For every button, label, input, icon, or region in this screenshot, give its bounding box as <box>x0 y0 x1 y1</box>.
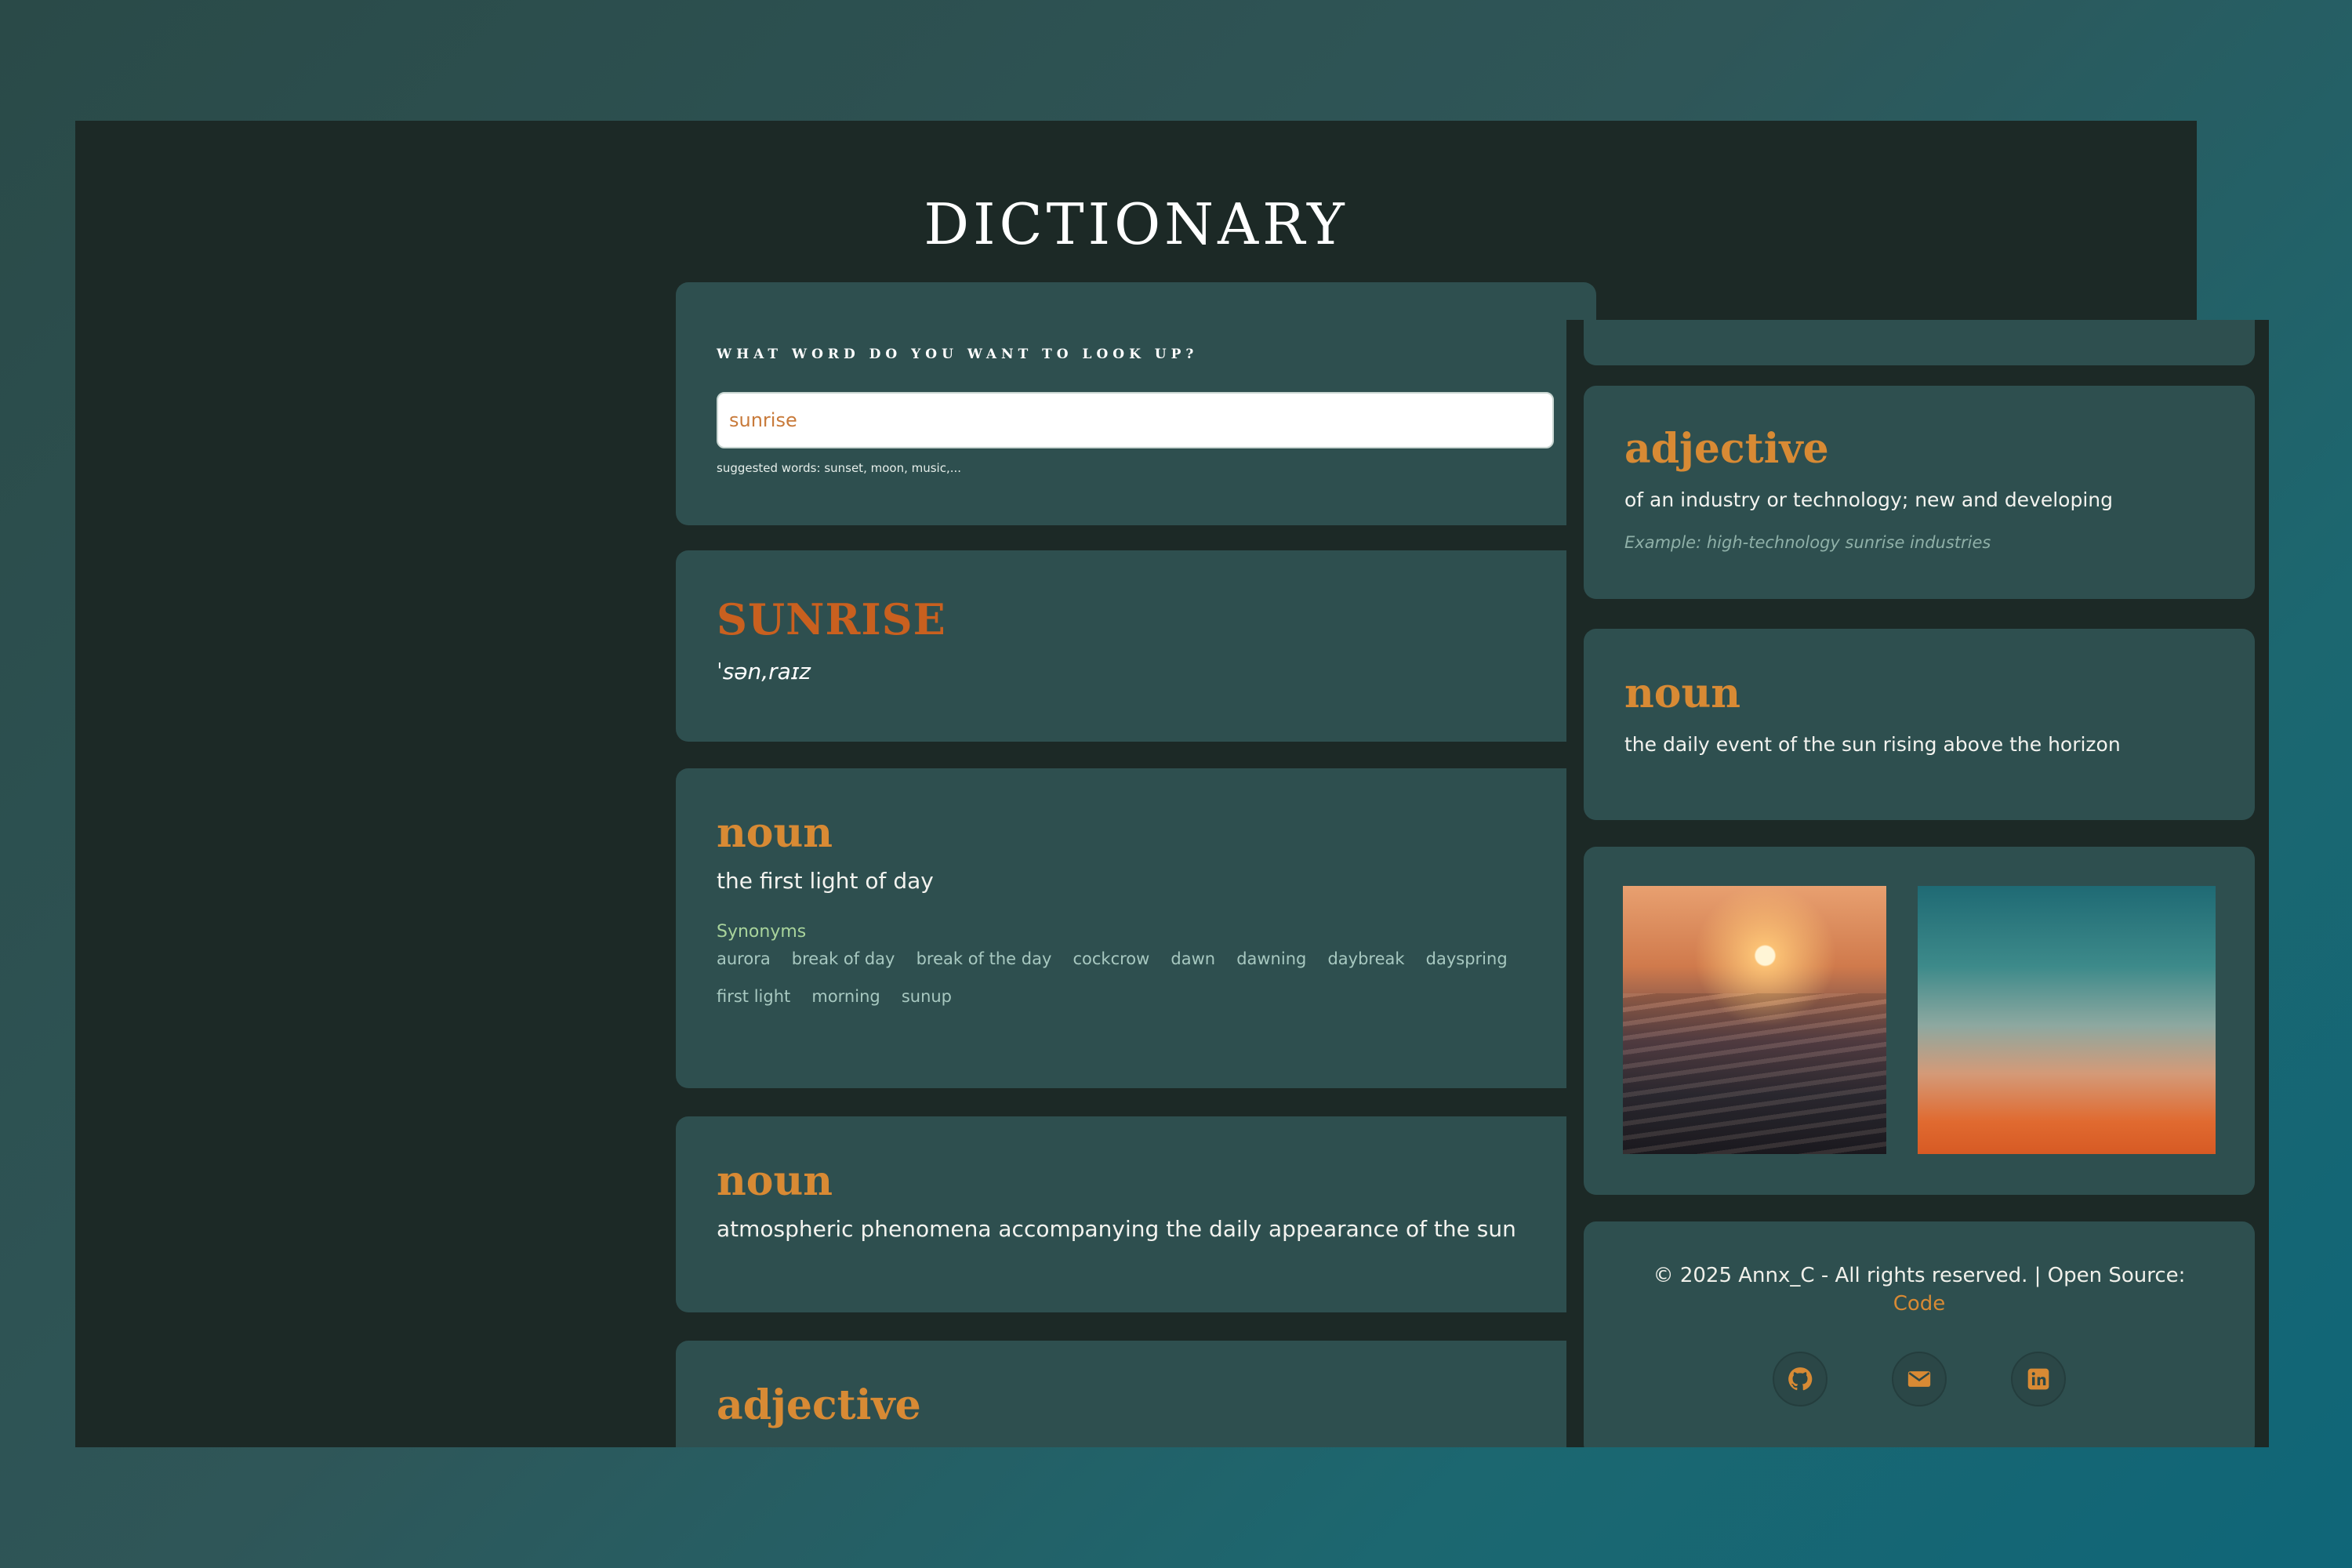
card-stub <box>1584 320 2255 365</box>
synonym[interactable]: daybreak <box>1327 949 1404 968</box>
definition: the daily event of the sun rising above … <box>1624 733 2121 756</box>
synonym[interactable]: first light <box>717 987 790 1006</box>
meaning-card: noun the first light of day Synonyms aur… <box>676 768 1596 1088</box>
part-of-speech: noun <box>1624 670 1741 717</box>
definition: the first light of day <box>717 868 934 894</box>
sunrise-photo <box>1623 886 1886 1154</box>
images-card <box>1584 847 2255 1195</box>
part-of-speech: adjective <box>1624 425 1829 473</box>
search-card: What word do you want to look up? sugges… <box>676 282 1596 525</box>
synonyms-title: Synonyms <box>717 922 807 942</box>
part-of-speech: noun <box>717 1157 833 1205</box>
email-icon <box>1907 1371 1931 1387</box>
meaning-card: adjective of an industry or technology; … <box>1584 386 2255 599</box>
example-text: high-technology sunrise industries <box>1706 533 1991 552</box>
app-title: DICTIONARY <box>924 191 1348 257</box>
search-label: What word do you want to look up? <box>717 347 1199 362</box>
synonym[interactable]: dawn <box>1171 949 1215 968</box>
sky-photo <box>1918 886 2216 1154</box>
synonym[interactable]: sunup <box>902 987 952 1006</box>
synonym[interactable]: dayspring <box>1426 949 1508 968</box>
email-button[interactable] <box>1892 1352 1947 1406</box>
definition: atmospheric phenomena accompanying the d… <box>717 1216 1516 1242</box>
example-label: Example: <box>1624 533 1702 552</box>
part-of-speech: noun <box>717 809 833 857</box>
suggested-words-hint: suggested words: sunset, moon, music,... <box>717 461 962 475</box>
synonyms-list: aurora break of day break of the day coc… <box>717 949 1548 1025</box>
footer: © 2025 Annx_C - All rights reserved. | O… <box>1584 1221 2255 1447</box>
linkedin-icon <box>2027 1368 2049 1390</box>
side-window: adjective of an industry or technology; … <box>1566 320 2269 1447</box>
example: Example: high-technology sunrise industr… <box>1624 533 2214 552</box>
synonym[interactable]: break of day <box>792 949 895 968</box>
search-input[interactable] <box>717 392 1554 448</box>
github-button[interactable] <box>1773 1352 1828 1406</box>
copyright-text: © 2025 Annx_C - All rights reserved. | O… <box>1653 1264 2186 1287</box>
social-links <box>1584 1352 2255 1406</box>
ocean-waves <box>1623 993 1886 1154</box>
part-of-speech: adjective <box>717 1381 921 1429</box>
code-link[interactable]: Code <box>1893 1292 1946 1316</box>
meaning-card: noun the daily event of the sun rising a… <box>1584 629 2255 820</box>
meaning-card: adjective <box>676 1341 1596 1447</box>
synonym[interactable]: dawning <box>1236 949 1306 968</box>
linkedin-button[interactable] <box>2011 1352 2066 1406</box>
synonym[interactable]: aurora <box>717 949 771 968</box>
word-card: SUNRISE ˈsən,raɪz <box>676 550 1596 742</box>
synonym[interactable]: break of the day <box>916 949 1052 968</box>
synonym[interactable]: cockcrow <box>1073 949 1149 968</box>
definition: of an industry or technology; new and de… <box>1624 488 2114 511</box>
meaning-card: noun atmospheric phenomena accompanying … <box>676 1116 1596 1312</box>
word-title: SUNRISE <box>717 594 946 644</box>
github-icon <box>1788 1367 1813 1391</box>
phonetic-text: ˈsən,raɪz <box>717 659 811 684</box>
synonym[interactable]: morning <box>811 987 880 1006</box>
